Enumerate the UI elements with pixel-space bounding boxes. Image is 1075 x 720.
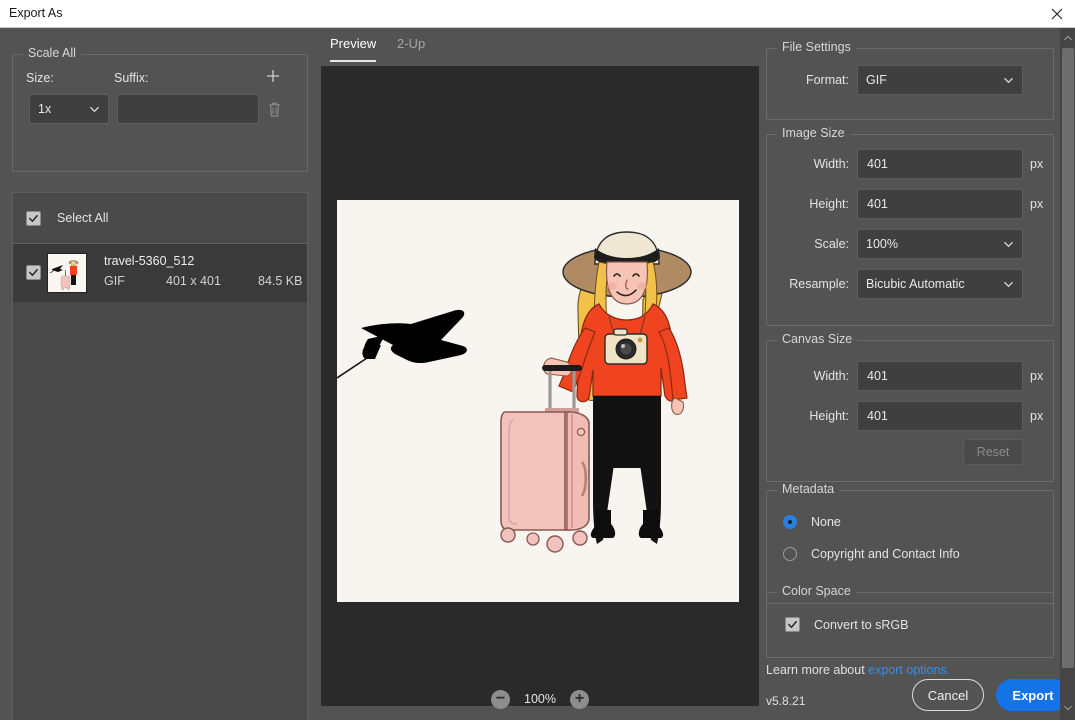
close-icon[interactable] [1039,0,1075,27]
canvas-width-input[interactable]: 401 [857,361,1023,391]
window-title: Export As [9,6,63,20]
preview-stage[interactable] [321,66,759,706]
metadata-copyright-label: Copyright and Contact Info [811,547,960,561]
image-size-legend: Image Size [777,126,850,140]
plus-icon[interactable] [261,64,285,88]
preview-artwork [337,200,739,602]
canvas-size-legend: Canvas Size [777,332,858,346]
file-size: 84.5 KB [258,274,303,288]
image-height-label: Height: [809,197,849,211]
file-format: GIF [104,274,125,288]
select-all-row[interactable]: Select All [12,192,308,244]
image-width-input[interactable]: 401 [857,149,1023,179]
select-all-label: Select All [57,211,109,225]
file-thumbnail [47,253,87,293]
scale-label: Scale: [814,237,849,251]
canvas-size-group: Canvas Size Width: 401 px Height: 401 px… [766,332,1054,482]
check-icon [29,214,38,222]
settings-panel: File Settings Format: GIF Image Size Wid… [760,28,1070,720]
suffix-label: Suffix: [114,71,149,85]
chevron-down-icon [1004,241,1013,248]
scale-size-select[interactable]: 1x [29,94,109,124]
tab-preview[interactable]: Preview [330,36,377,62]
canvas-width-unit: px [1030,369,1044,383]
tab-2-up[interactable]: 2-Up [397,36,425,60]
check-icon [788,620,797,629]
chevron-down-icon [90,106,99,113]
scrollbar-thumb[interactable] [1062,48,1074,668]
resample-value: Bicubic Automatic [866,277,965,291]
file-dimensions: 401 x 401 [166,274,221,288]
scale-all-group: Scale All Size: Suffix: 1x [12,46,308,172]
image-size-group: Image Size Width: 401 px Height: 401 px … [766,126,1054,326]
title-bar: Export As [0,0,1075,28]
version-label: v5.8.21 [766,694,806,708]
color-space-legend: Color Space [777,584,856,598]
check-icon [29,268,38,277]
file-checkbox[interactable] [26,265,41,280]
zoom-controls: − 100% + [320,678,760,720]
canvas-height-label: Height: [809,409,849,423]
canvas-height-unit: px [1030,409,1044,423]
learn-more-text: Learn more about export options. [766,663,950,677]
image-width-unit: px [1030,157,1044,171]
file-list: travel-5360_512 GIF 401 x 401 84.5 KB [12,244,308,720]
scroll-down-icon[interactable] [1060,700,1075,716]
file-meta: travel-5360_512 GIF 401 x 401 84.5 KB [104,253,304,293]
cancel-button[interactable]: Cancel [912,679,984,711]
canvas-width-label: Width: [813,369,849,383]
metadata-option-copyright[interactable]: Copyright and Contact Info [783,547,960,561]
scale-value: 100% [866,237,898,251]
learn-more-prefix: Learn more about [766,663,869,677]
file-settings-group: File Settings Format: GIF [766,40,1054,120]
zoom-level: 100% [524,692,556,706]
format-select[interactable]: GIF [857,65,1023,95]
image-width-value: 401 [867,157,888,171]
trash-icon[interactable] [263,98,285,120]
canvas-width-value: 401 [867,369,888,383]
chevron-down-icon [1004,281,1013,288]
vertical-scrollbar[interactable] [1060,28,1075,720]
chevron-down-icon [1004,77,1013,84]
suffix-input[interactable] [117,94,259,124]
canvas-height-value: 401 [867,409,888,423]
export-as-dialog: Export As Scale All Size: Suffix: 1x Sel… [0,0,1075,720]
left-panel: Scale All Size: Suffix: 1x Select All tr… [0,28,320,720]
metadata-legend: Metadata [777,482,840,496]
image-width-label: Width: [813,157,849,171]
export-button[interactable]: Export [996,679,1070,711]
radio-copyright[interactable] [783,547,797,561]
metadata-none-label: None [811,515,841,529]
list-item[interactable]: travel-5360_512 GIF 401 x 401 84.5 KB [13,244,307,302]
preview-tabs: Preview 2-Up [320,28,760,66]
format-value: GIF [866,73,887,87]
convert-srgb-checkbox[interactable] [785,617,800,632]
image-height-input[interactable]: 401 [857,189,1023,219]
convert-srgb-label: Convert to sRGB [814,617,909,632]
select-all-checkbox[interactable] [26,210,41,226]
image-height-value: 401 [867,197,888,211]
radio-none[interactable] [783,515,797,529]
size-label: Size: [26,71,54,85]
color-space-group: Color Space Convert to sRGB [766,584,1054,658]
resample-label: Resample: [789,277,849,291]
export-options-link[interactable]: export options. [868,663,950,677]
file-name: travel-5360_512 [104,254,195,268]
image-height-unit: px [1030,197,1044,211]
metadata-option-none[interactable]: None [783,515,841,529]
scale-size-value: 1x [38,102,52,116]
scroll-up-icon[interactable] [1060,30,1075,46]
minus-circle-icon[interactable]: − [491,689,510,709]
convert-srgb-row[interactable]: Convert to sRGB [785,617,908,632]
format-label: Format: [805,73,849,87]
preview-panel: Preview 2-Up − 100% + [320,28,760,720]
file-settings-legend: File Settings [777,40,856,54]
plus-circle-icon[interactable]: + [569,689,589,709]
canvas-height-input[interactable]: 401 [857,401,1023,431]
reset-button[interactable]: Reset [963,439,1023,465]
scale-all-legend: Scale All [23,46,81,60]
resample-select[interactable]: Bicubic Automatic [857,269,1023,299]
scale-select[interactable]: 100% [857,229,1023,259]
